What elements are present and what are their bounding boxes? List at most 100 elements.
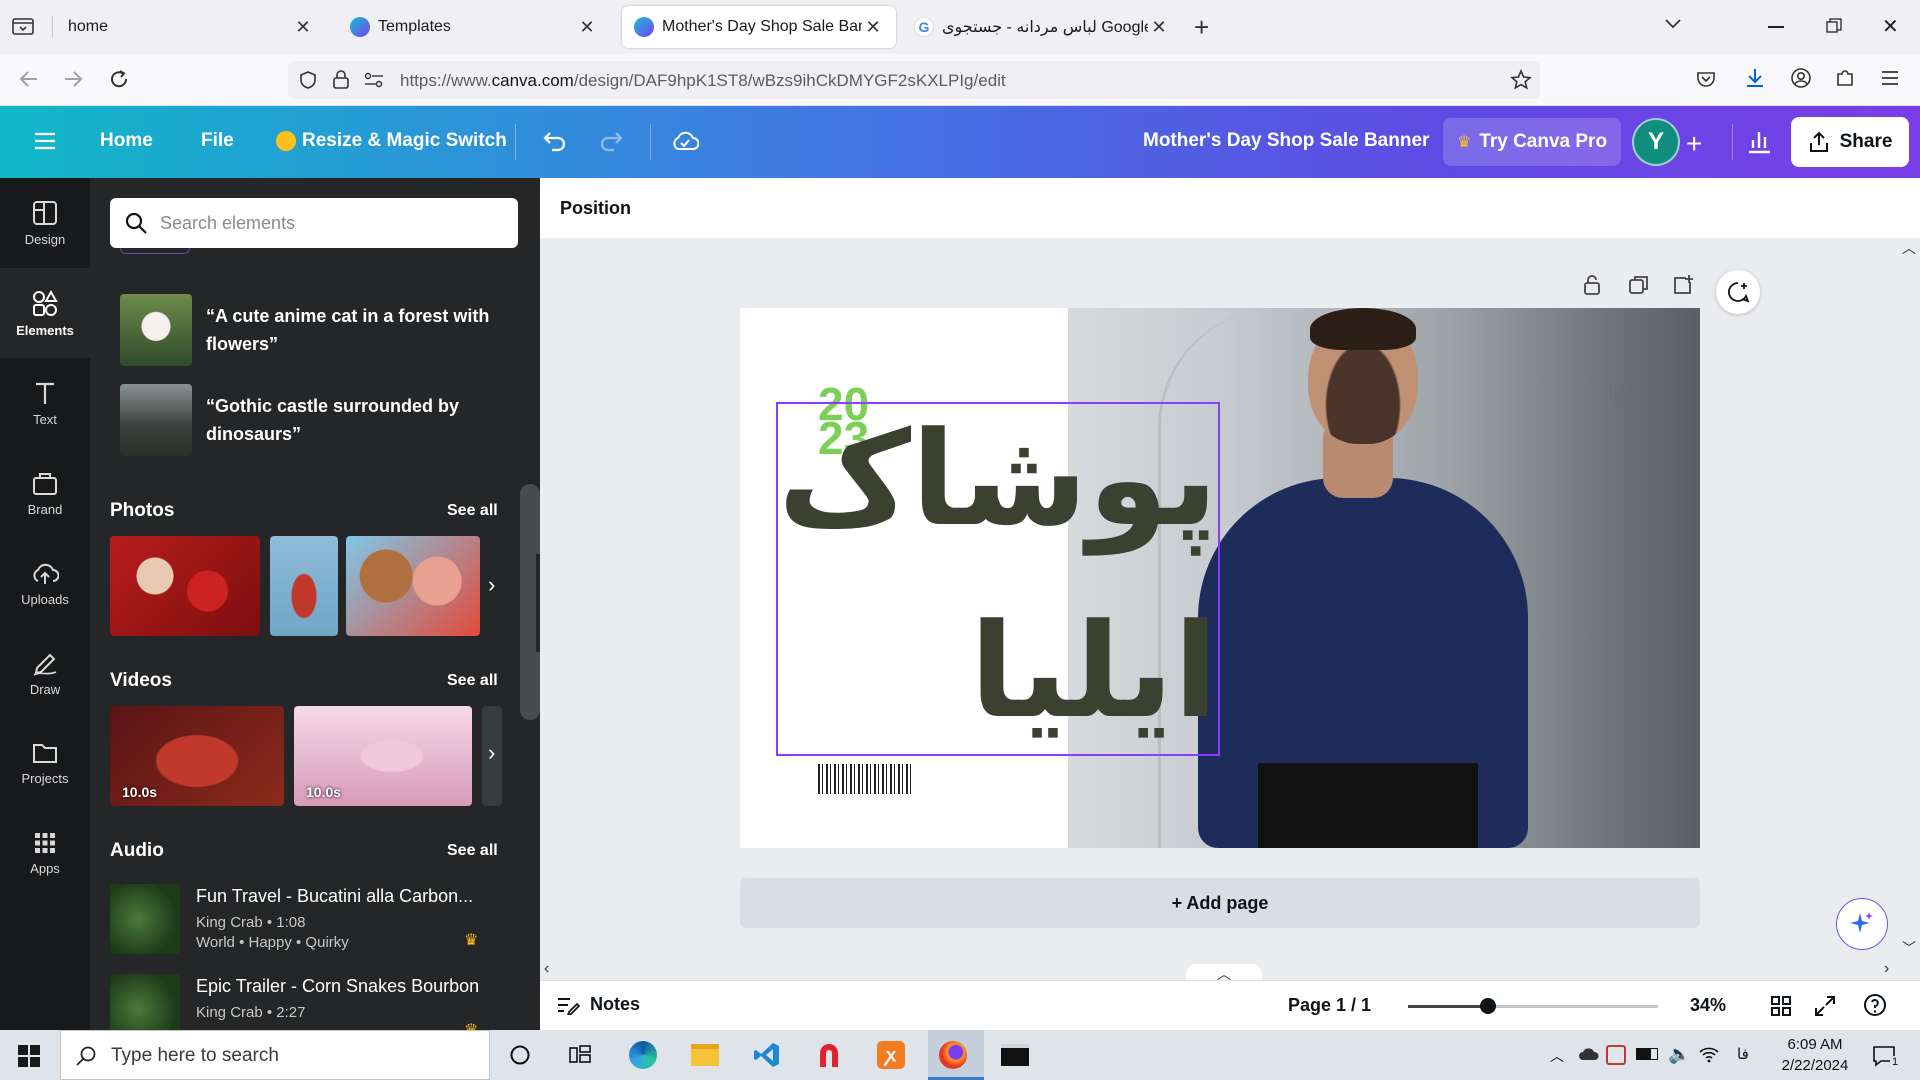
scroll-left-chevron-icon[interactable]: ‹ (544, 960, 549, 978)
notification-center-icon[interactable]: 1 (1872, 1044, 1901, 1068)
restore-button[interactable] (1826, 18, 1842, 34)
file-explorer-icon[interactable] (688, 1038, 722, 1072)
rail-item-text[interactable]: Text (0, 358, 90, 448)
add-page-button[interactable]: + Add page (740, 878, 1700, 928)
bookmark-star-icon[interactable] (1510, 69, 1532, 91)
document-title[interactable]: Mother's Day Shop Sale Banner (1143, 130, 1429, 152)
ai-prompt-item[interactable]: “Gothic castle surrounded by dinosaurs” (120, 384, 510, 456)
home-button[interactable]: Home (100, 130, 153, 152)
notes-button[interactable]: Notes (556, 994, 640, 1015)
menu-hamburger-icon[interactable] (1880, 70, 1900, 86)
account-icon[interactable] (1790, 67, 1812, 89)
scroll-down-chevron-icon[interactable]: ﹀ (1902, 938, 1916, 958)
reload-icon[interactable] (108, 68, 130, 90)
task-view-icon[interactable] (563, 1038, 597, 1072)
audio-track[interactable]: Epic Trailer - Corn Snakes Bourbon King … (110, 974, 510, 1030)
zoom-percentage[interactable]: 34% (1690, 995, 1726, 1016)
selection-box[interactable] (776, 402, 1220, 756)
url-bar[interactable]: https://www.canva.com/design/DAF9hpK1ST8… (288, 61, 1540, 99)
rail-item-apps[interactable]: Apps (0, 808, 90, 898)
main-menu-icon[interactable] (34, 132, 56, 150)
close-icon[interactable]: ✕ (1148, 16, 1170, 38)
rail-item-brand[interactable]: Brand (0, 448, 90, 538)
barcode-graphic[interactable] (818, 764, 912, 794)
resize-magic-switch-button[interactable]: Resize & Magic Switch (302, 130, 507, 152)
fullscreen-icon[interactable] (1814, 995, 1836, 1017)
back-arrow-icon[interactable] (18, 68, 40, 90)
scroll-up-chevron-icon[interactable]: ︿ (1902, 238, 1916, 258)
list-tabs-chevron-icon[interactable] (1664, 18, 1682, 30)
photo-thumbnail[interactable] (110, 536, 260, 636)
close-icon[interactable]: ✕ (292, 16, 314, 38)
close-window-button[interactable]: ✕ (1882, 14, 1899, 39)
photo-thumbnail[interactable] (346, 536, 480, 636)
grid-view-icon[interactable] (1770, 995, 1792, 1017)
magnet-app-icon[interactable] (812, 1038, 846, 1072)
rail-item-uploads[interactable]: Uploads (0, 538, 90, 628)
edge-browser-icon[interactable] (626, 1038, 660, 1072)
photos-see-all-link[interactable]: See all (447, 502, 498, 520)
lock-icon[interactable] (332, 70, 350, 90)
add-page-icon[interactable] (1672, 274, 1694, 296)
taskbar-search-box[interactable]: Type here to search (60, 1030, 490, 1080)
tab-mothers-day-banner[interactable]: Mother's Day Shop Sale Banner ✕ (622, 6, 896, 48)
volume-icon[interactable]: 🔈 (1668, 1044, 1690, 1065)
help-icon[interactable] (1863, 993, 1887, 1017)
try-canva-pro-button[interactable]: ♛ Try Canva Pro (1443, 118, 1621, 166)
share-button[interactable]: Share (1791, 117, 1909, 167)
windows-start-icon[interactable] (18, 1045, 40, 1067)
tab-home[interactable]: home ✕ (56, 6, 326, 48)
videos-see-all-link[interactable]: See all (447, 672, 498, 690)
file-menu-button[interactable]: File (201, 130, 234, 152)
cortana-icon[interactable] (503, 1038, 537, 1072)
zoom-slider-knob[interactable] (1480, 998, 1496, 1014)
videos-next-chevron-icon[interactable]: › (488, 740, 495, 766)
user-avatar[interactable]: Y (1632, 118, 1680, 166)
xampp-icon[interactable]: ꭗ (874, 1038, 908, 1072)
add-people-icon[interactable]: + (1686, 128, 1702, 160)
rail-item-draw[interactable]: Draw (0, 628, 90, 718)
rail-item-projects[interactable]: Projects (0, 718, 90, 808)
comment-add-icon[interactable] (1716, 270, 1760, 314)
cloud-saved-icon[interactable] (671, 130, 699, 152)
system-clock[interactable]: 6:09 AM 2/22/2024 (1760, 1034, 1870, 1076)
close-icon[interactable]: ✕ (862, 16, 884, 38)
rail-item-elements[interactable]: Elements (0, 268, 90, 358)
input-language-indicator[interactable]: فا (1737, 1045, 1749, 1063)
duplicate-page-icon[interactable] (1628, 274, 1650, 296)
video-thumbnail[interactable]: 10.0s (294, 706, 472, 806)
insights-chart-icon[interactable] (1746, 128, 1790, 156)
lock-element-icon[interactable] (1582, 274, 1602, 296)
show-hidden-icons-chevron[interactable]: ︿ (1550, 1046, 1564, 1066)
ai-prompt-item[interactable]: “A cute anime cat in a forest with flowe… (120, 294, 510, 366)
video-thumbnail[interactable]: 10.0s (110, 706, 284, 806)
firefox-icon[interactable] (936, 1038, 970, 1072)
downloads-icon[interactable] (1744, 67, 1766, 89)
vscode-icon[interactable] (750, 1038, 784, 1072)
position-button[interactable]: Position (560, 198, 631, 219)
wifi-icon[interactable] (1698, 1044, 1720, 1064)
minimize-button[interactable] (1768, 26, 1784, 28)
photo-thumbnail[interactable] (270, 536, 338, 636)
audio-track[interactable]: Fun Travel - Bucatini alla Carbon... Kin… (110, 884, 510, 956)
audio-see-all-link[interactable]: See all (447, 842, 498, 860)
battery-icon[interactable] (1636, 1048, 1658, 1060)
tab-templates[interactable]: Templates ✕ (338, 6, 610, 48)
redo-icon[interactable] (598, 130, 624, 152)
tray-app-icon[interactable] (1606, 1045, 1626, 1065)
close-icon[interactable]: ✕ (576, 16, 598, 38)
terminal-icon[interactable] (998, 1038, 1032, 1072)
extensions-icon[interactable] (1834, 67, 1856, 89)
new-tab-button[interactable]: + (1194, 12, 1209, 43)
permissions-icon[interactable] (364, 72, 384, 88)
magic-assistant-icon[interactable] (1836, 898, 1888, 950)
shield-icon[interactable] (298, 70, 318, 90)
onedrive-cloud-icon[interactable] (1578, 1046, 1600, 1062)
pocket-icon[interactable] (1696, 69, 1716, 89)
design-canvas[interactable]: ایلیا 20 23 پوشاک ایلیا (740, 308, 1700, 848)
scroll-right-chevron-icon[interactable]: › (1884, 960, 1889, 978)
undo-icon[interactable] (542, 130, 568, 152)
tab-overview-icon[interactable] (12, 16, 34, 36)
search-elements-input[interactable]: Search elements (110, 198, 518, 248)
rail-item-design[interactable]: Design (0, 178, 90, 268)
